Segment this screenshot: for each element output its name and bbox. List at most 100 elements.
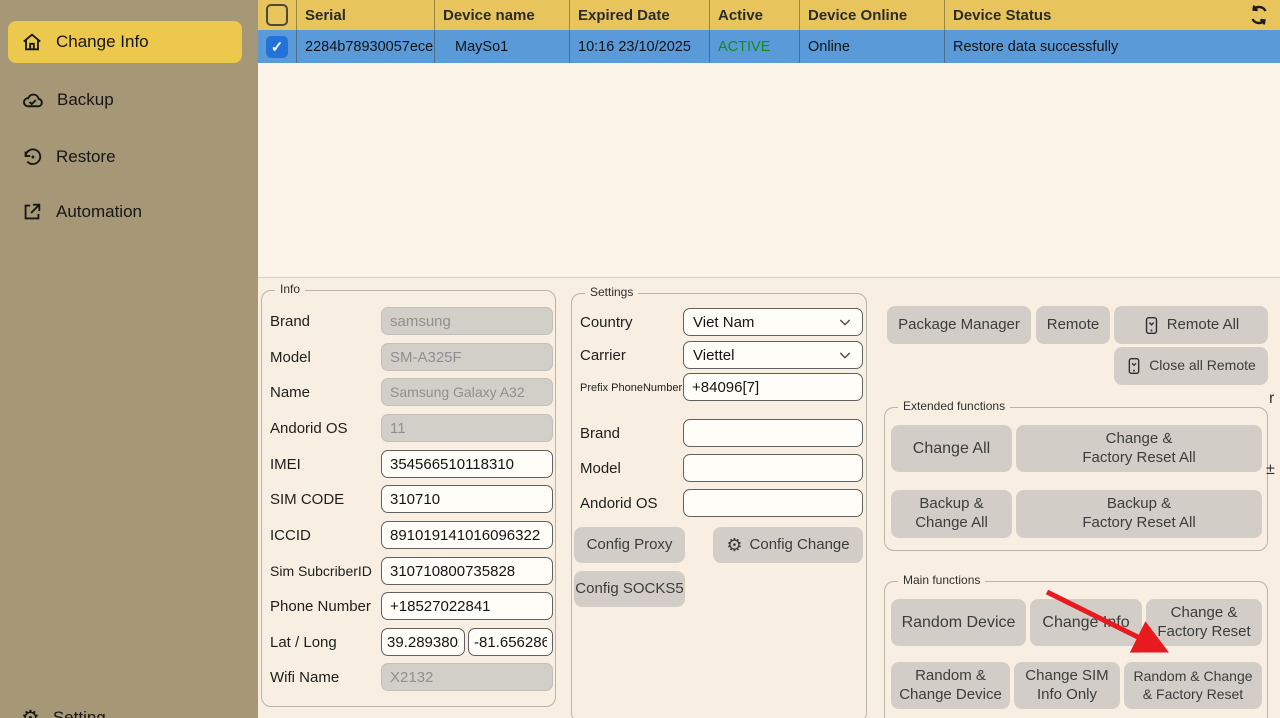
field-label-phone-number: Phone Number [270, 598, 371, 615]
settings-group: Settings Country Viet Nam Carrier Viette… [571, 293, 867, 718]
main-functions-title: Main functions [898, 573, 985, 587]
config-change-button[interactable]: ⚙Config Change [713, 527, 863, 563]
field-label-android-os: Andorid OS [270, 420, 348, 437]
backup-factory-reset-all-button[interactable]: Backup & Factory Reset All [1016, 490, 1262, 538]
change-all-button[interactable]: Change All [891, 425, 1012, 472]
random-change-device-button[interactable]: Random & Change Device [891, 662, 1010, 709]
settings-brand-field[interactable] [683, 419, 863, 447]
country-select-value: Viet Nam [693, 314, 754, 331]
phone-icon [1143, 316, 1160, 335]
settings-model-field[interactable] [683, 454, 863, 482]
prefix-phonenumber-field[interactable] [683, 373, 863, 401]
brand-field [381, 307, 553, 335]
gear-icon: ⚙ [21, 708, 40, 718]
clipped-text-fragment: r [1269, 390, 1274, 408]
cloud-check-icon [21, 89, 44, 112]
name-field [381, 378, 553, 406]
sidebar-item-change-info[interactable]: Change Info [8, 21, 242, 63]
cell-active-status: ACTIVE [709, 30, 799, 63]
remote-all-button[interactable]: Remote All [1114, 306, 1268, 344]
extended-functions-title: Extended functions [898, 399, 1010, 413]
column-header-device-status: Device Status [944, 0, 1280, 30]
column-header-device-online: Device Online [799, 0, 944, 30]
row-checkbox-cell: ✓ [258, 30, 296, 63]
select-all-cell [258, 0, 296, 30]
config-proxy-button[interactable]: Config Proxy [574, 527, 685, 563]
longitude-field[interactable] [468, 628, 553, 656]
phone-icon [1126, 357, 1142, 375]
field-label-carrier: Carrier [580, 347, 626, 364]
sidebar-item-automation[interactable]: Automation [8, 191, 242, 233]
gear-icon: ⚙ [726, 536, 742, 554]
device-table: Serial Device name Expired Date Active D… [258, 0, 1280, 278]
field-label-settings-model: Model [580, 460, 621, 477]
column-header-active: Active [709, 0, 799, 30]
select-all-checkbox[interactable] [266, 4, 288, 26]
backup-change-all-button[interactable]: Backup & Change All [891, 490, 1012, 538]
carrier-select[interactable]: Viettel [683, 341, 863, 369]
cell-device-online: Online [799, 30, 944, 63]
imei-field[interactable] [381, 450, 553, 478]
change-sim-info-only-button[interactable]: Change SIM Info Only [1014, 662, 1120, 709]
device-table-header: Serial Device name Expired Date Active D… [258, 0, 1280, 30]
sidebar-item-setting[interactable]: ⚙ Setting [8, 697, 242, 718]
work-area: Info Brand Model Name Andorid OS IMEI SI… [258, 278, 1280, 718]
row-checkbox[interactable]: ✓ [266, 36, 288, 58]
extended-functions-group: Extended functions Change All Change & F… [884, 407, 1268, 551]
sidebar-item-label: Automation [56, 202, 142, 222]
cell-expired-date: 10:16 23/10/2025 [569, 30, 709, 63]
latitude-field[interactable] [381, 628, 465, 656]
change-info-button[interactable]: Change Info [1030, 599, 1142, 646]
remote-button[interactable]: Remote [1036, 306, 1110, 344]
sidebar-item-label: Change Info [56, 32, 149, 52]
column-header-serial: Serial [296, 0, 434, 30]
main-functions-group: Main functions Random Device Change Info… [884, 581, 1268, 718]
sidebar-item-restore[interactable]: Restore [8, 136, 242, 178]
sim-code-field[interactable] [381, 485, 553, 513]
field-label-sim-subscriberid: Sim SubcriberID [270, 563, 372, 579]
android-os-field [381, 414, 553, 442]
device-table-row[interactable]: ✓ 2284b78930057ece MaySo1 10:16 23/10/20… [258, 30, 1280, 63]
sidebar-item-label: Setting [53, 708, 106, 718]
sidebar-item-backup[interactable]: Backup [8, 79, 242, 121]
field-label-model: Model [270, 349, 311, 366]
settings-group-title: Settings [585, 285, 638, 299]
field-label-country: Country [580, 314, 633, 331]
sim-subscriberid-field[interactable] [381, 557, 553, 585]
history-icon [21, 146, 43, 168]
checkmark-icon: ✓ [271, 38, 284, 56]
column-header-expired-date: Expired Date [569, 0, 709, 30]
country-select[interactable]: Viet Nam [683, 308, 863, 336]
field-label-prefix-phonenumber: Prefix PhoneNumber [580, 382, 682, 394]
field-label-name: Name [270, 384, 310, 401]
iccid-field[interactable] [381, 521, 553, 549]
column-header-device-name: Device name [434, 0, 569, 30]
info-group-title: Info [275, 282, 305, 296]
change-factory-reset-all-button[interactable]: Change & Factory Reset All [1016, 425, 1262, 472]
field-label-settings-brand: Brand [580, 425, 620, 442]
wifi-name-field [381, 663, 553, 691]
sidebar-item-label: Backup [57, 90, 114, 110]
field-label-lat-long: Lat / Long [270, 634, 337, 651]
phone-number-field[interactable] [381, 592, 553, 620]
random-change-factory-reset-button[interactable]: Random & Change & Factory Reset [1124, 662, 1262, 709]
package-manager-button[interactable]: Package Manager [887, 306, 1031, 344]
sidebar: Change Info Backup Restore Automation ⚙ … [0, 0, 258, 718]
close-all-remote-button[interactable]: Close all Remote [1114, 347, 1268, 385]
config-socks5-button[interactable]: Config SOCKS5 [574, 571, 685, 607]
cell-device-name: MaySo1 [434, 30, 569, 63]
settings-android-os-field[interactable] [683, 489, 863, 517]
field-label-iccid: ICCID [270, 527, 311, 544]
change-factory-reset-button[interactable]: Change & Factory Reset [1146, 599, 1262, 646]
carrier-select-value: Viettel [693, 347, 734, 364]
field-label-sim-code: SIM CODE [270, 491, 344, 508]
random-device-button[interactable]: Random Device [891, 599, 1026, 646]
chevron-down-icon [837, 347, 853, 363]
cell-device-status: Restore data successfully [944, 30, 1280, 63]
chevron-down-icon [837, 314, 853, 330]
field-label-imei: IMEI [270, 456, 301, 473]
info-group: Info Brand Model Name Andorid OS IMEI SI… [261, 290, 556, 707]
field-label-settings-android-os: Andorid OS [580, 495, 658, 512]
refresh-icon[interactable] [1247, 3, 1271, 27]
field-label-wifi-name: Wifi Name [270, 669, 339, 686]
